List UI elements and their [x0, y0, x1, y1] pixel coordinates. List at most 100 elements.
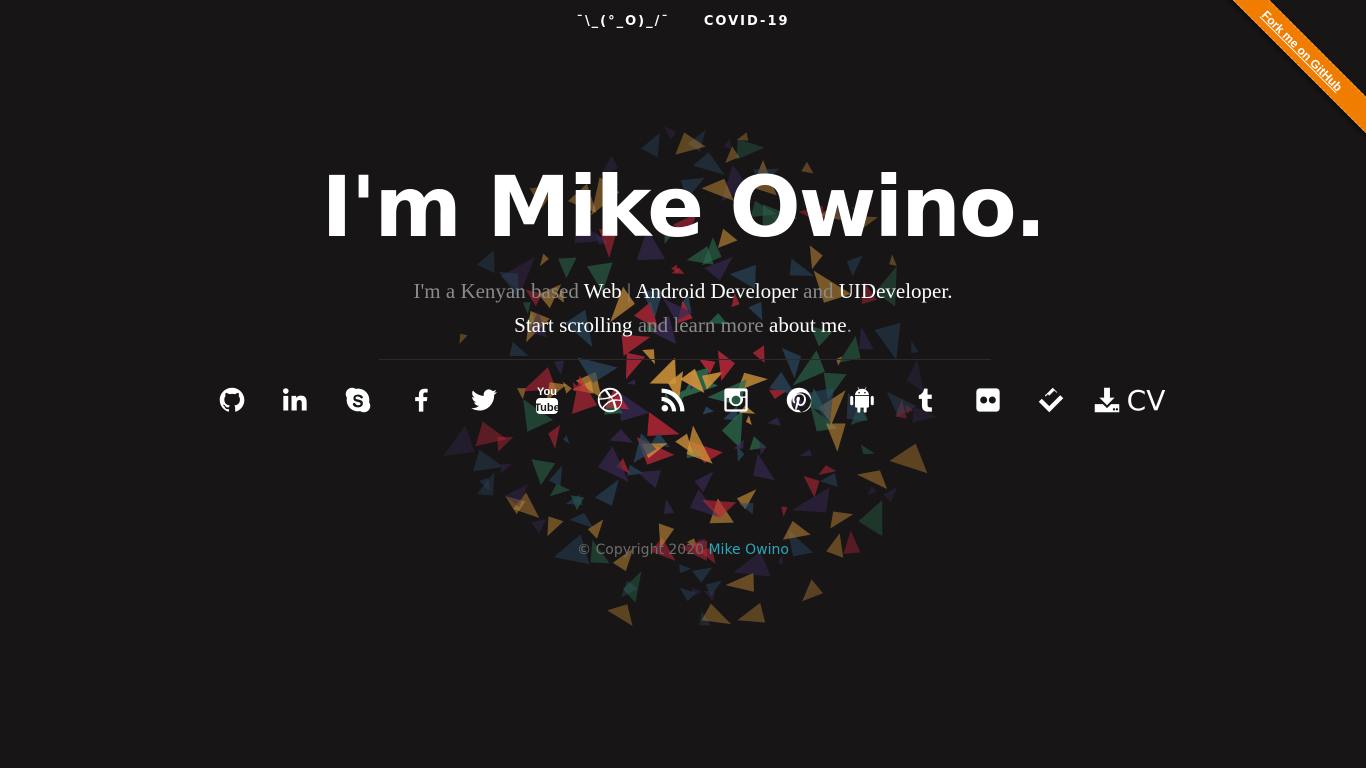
- facebook-link[interactable]: [390, 380, 453, 420]
- nav-covid-link[interactable]: COVID-19: [704, 14, 790, 29]
- youtube-link[interactable]: You Tube: [516, 380, 579, 420]
- footer-author-link[interactable]: Mike Owino: [708, 542, 788, 558]
- github-icon: [219, 387, 245, 412]
- background-shard: [663, 498, 675, 515]
- twitter-icon: [471, 389, 497, 411]
- background-shard: [622, 571, 642, 603]
- hero-divider: [379, 359, 991, 360]
- background-shard: [725, 572, 754, 592]
- fork-github-ribbon[interactable]: Fork me on GitHub: [1216, 0, 1366, 138]
- android-link[interactable]: Android Developer: [635, 279, 798, 303]
- hero-title: I'm Mike Owino.: [321, 158, 1046, 256]
- background-shard: [803, 475, 820, 498]
- background-shard: [738, 503, 754, 515]
- rss-link[interactable]: [642, 380, 705, 420]
- background-shard: [691, 567, 713, 583]
- download-cv-link[interactable]: CV: [1093, 380, 1165, 420]
- background-shard: [782, 521, 811, 540]
- background-shard: [553, 360, 565, 376]
- background-shard: [547, 516, 564, 537]
- intro-text-and: and: [797, 279, 839, 303]
- linkedin-icon: [283, 388, 307, 411]
- skype-link[interactable]: [327, 380, 390, 420]
- pinterest-link[interactable]: [768, 380, 831, 420]
- android-icon: [850, 387, 874, 413]
- background-shard: [889, 443, 928, 474]
- copyright-text: © Copyright 2020: [577, 542, 709, 558]
- background-shard: [509, 341, 529, 356]
- background-shard: [818, 465, 837, 475]
- background-shard: [830, 511, 854, 529]
- intro-separator: |: [621, 279, 636, 303]
- background-shard: [548, 424, 561, 449]
- github-ribbon-container: Fork me on GitHub: [1216, 0, 1366, 150]
- background-shard: [663, 126, 677, 140]
- about-me-link[interactable]: about me: [769, 313, 847, 337]
- background-shard: [791, 487, 830, 513]
- web-link[interactable]: Web: [584, 279, 622, 303]
- background-shard: [607, 604, 633, 626]
- background-shard: [736, 138, 765, 160]
- background-shard: [717, 350, 735, 381]
- background-shard: [799, 449, 812, 457]
- skype-icon: [345, 387, 371, 413]
- background-shard: [500, 463, 512, 475]
- background-shard: [781, 506, 788, 517]
- background-shard: [781, 347, 801, 379]
- intro-text-mid: and learn more: [632, 313, 770, 337]
- background-shard: [563, 435, 570, 444]
- background-shard: [569, 513, 594, 529]
- background-shard: [692, 587, 703, 597]
- github-link[interactable]: [201, 380, 264, 420]
- background-shard: [637, 470, 661, 489]
- background-shard: [476, 472, 495, 496]
- facebook-icon: [415, 388, 428, 412]
- android-link-icon[interactable]: [831, 380, 894, 420]
- foursquare-link[interactable]: [1020, 380, 1083, 420]
- flickr-icon: [976, 388, 1000, 412]
- background-shard: [531, 519, 547, 534]
- background-shard: [820, 473, 838, 487]
- intro-line-2: Start scrolling and learn more about me.: [0, 308, 1366, 342]
- nav-shrug-link[interactable]: ¯\_(°_O)_/¯: [576, 14, 669, 29]
- background-shard: [867, 486, 878, 495]
- linkedin-link[interactable]: [264, 380, 327, 420]
- background-shard: [625, 352, 646, 380]
- background-shard: [860, 444, 875, 455]
- twitter-link[interactable]: [453, 380, 516, 420]
- background-shard: [737, 602, 766, 623]
- instagram-link[interactable]: [705, 380, 768, 420]
- start-scrolling-link[interactable]: Start scrolling: [514, 313, 632, 337]
- intro-period: .: [947, 279, 953, 303]
- background-shard: [826, 423, 846, 452]
- tumblr-icon: [918, 388, 933, 412]
- social-links: You Tube CV: [0, 380, 1366, 420]
- pinterest-icon: [786, 387, 812, 413]
- background-shard: [594, 479, 619, 506]
- dribbble-link[interactable]: [579, 380, 642, 420]
- svg-text:You: You: [537, 386, 557, 398]
- background-shard: [587, 519, 604, 539]
- background-shard: [640, 133, 660, 158]
- youtube-icon: You Tube: [534, 386, 560, 414]
- top-nav: ¯\_(°_O)_/¯ COVID-19: [0, 14, 1366, 29]
- instagram-icon: [724, 388, 748, 412]
- dribbble-icon: [597, 387, 623, 413]
- background-shard: [858, 500, 883, 537]
- intro-line-1: I'm a Kenyan based Web | Android Develop…: [0, 274, 1366, 308]
- download-icon: [1094, 387, 1119, 413]
- tumblr-link[interactable]: [894, 380, 957, 420]
- foursquare-icon: [1038, 387, 1064, 413]
- ui-link[interactable]: UIDeveloper: [839, 279, 947, 303]
- background-shard: [549, 484, 571, 497]
- background-shard: [473, 449, 504, 472]
- footer: © Copyright 2020 Mike Owino: [0, 542, 1366, 558]
- background-shard: [802, 579, 823, 602]
- flickr-link[interactable]: [957, 380, 1020, 420]
- background-shard: [911, 341, 919, 353]
- rss-icon: [661, 388, 685, 412]
- background-shard: [694, 471, 714, 493]
- background-shard: [723, 138, 732, 150]
- background-shard: [443, 425, 475, 457]
- intro-text: I'm a Kenyan based: [413, 279, 584, 303]
